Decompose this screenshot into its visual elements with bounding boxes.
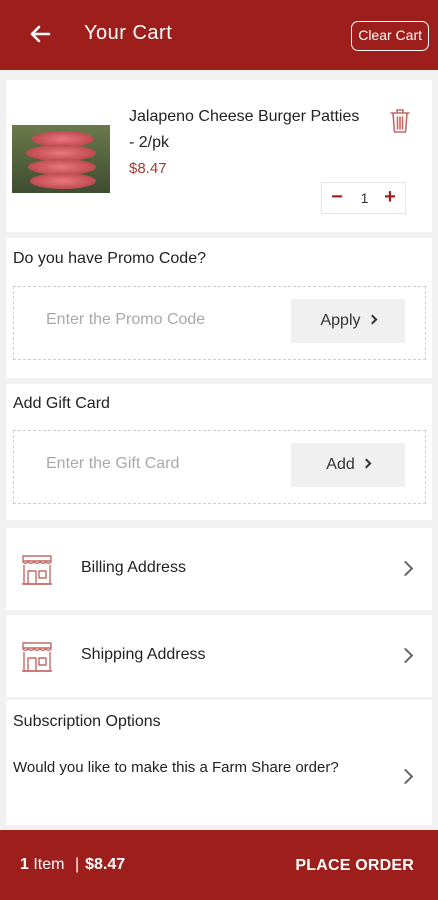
add-gift-card-button[interactable]: Add: [291, 443, 405, 487]
subscription-section: Subscription Options Would you like to m…: [6, 700, 432, 825]
checkout-bar: 1 Item | $8.47 PLACE ORDER: [0, 830, 438, 900]
decrease-quantity-button[interactable]: −: [324, 183, 350, 213]
cart-item-card: Jalapeno Cheese Burger Patties - 2/pk $8…: [6, 80, 432, 232]
gift-card-section: Add Gift Card Enter the Gift Card Add: [6, 384, 432, 520]
farm-share-option[interactable]: Would you like to make this a Farm Share…: [13, 755, 383, 781]
promo-code-section: Do you have Promo Code? Enter the Promo …: [6, 238, 432, 378]
clear-cart-button[interactable]: Clear Cart: [351, 21, 429, 51]
chevron-right-icon: [397, 560, 414, 577]
quantity-stepper: − 1 +: [321, 182, 406, 214]
gift-card-title: Add Gift Card: [13, 395, 110, 412]
increase-quantity-button[interactable]: +: [377, 183, 403, 213]
product-price: $8.47: [129, 160, 167, 177]
apply-label: Apply: [320, 312, 361, 329]
shipping-address-label: Shipping Address: [81, 646, 206, 663]
product-name[interactable]: Jalapeno Cheese Burger Patties - 2/pk: [129, 104, 369, 156]
billing-address-row[interactable]: Billing Address: [6, 528, 432, 610]
chevron-right-icon[interactable]: [397, 768, 414, 785]
product-image[interactable]: [12, 125, 110, 193]
promo-code-input[interactable]: Enter the Promo Code: [46, 311, 205, 329]
quantity-value: 1: [360, 190, 369, 206]
billing-address-label: Billing Address: [81, 559, 186, 576]
cart-total: $8.47: [85, 856, 126, 873]
trash-icon[interactable]: [389, 108, 411, 134]
app-header: Your Cart Clear Cart: [0, 0, 438, 70]
gift-card-box: Enter the Gift Card Add: [13, 430, 426, 504]
back-arrow-icon[interactable]: [28, 22, 52, 46]
shipping-address-row[interactable]: Shipping Address: [6, 615, 432, 697]
apply-promo-button[interactable]: Apply: [291, 299, 405, 343]
subscription-title: Subscription Options: [13, 713, 161, 730]
chevron-right-icon: [367, 314, 377, 325]
gift-card-input[interactable]: Enter the Gift Card: [46, 455, 179, 473]
item-word: Item: [33, 856, 65, 873]
summary-separator: |: [74, 856, 80, 873]
storefront-icon: [22, 555, 52, 585]
chevron-right-icon: [397, 647, 414, 664]
add-label: Add: [326, 456, 355, 473]
storefront-icon: [22, 642, 52, 672]
item-count: 1: [20, 856, 29, 873]
promo-title: Do you have Promo Code?: [13, 250, 206, 267]
cart-summary: 1 Item | $8.47: [20, 856, 125, 874]
place-order-button[interactable]: PLACE ORDER: [295, 857, 414, 875]
chevron-right-icon: [361, 458, 372, 469]
page-title: Your Cart: [84, 22, 173, 44]
promo-box: Enter the Promo Code Apply: [13, 286, 426, 360]
